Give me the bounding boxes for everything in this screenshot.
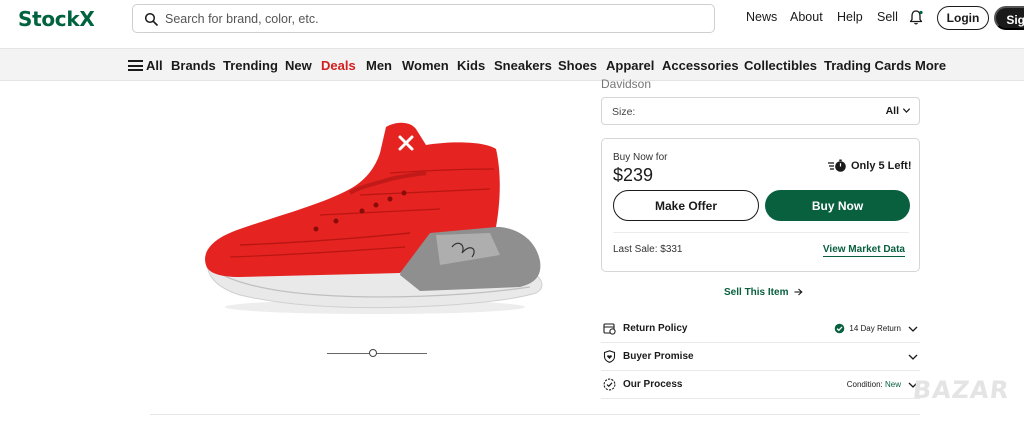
nav-link-news[interactable]: News — [746, 10, 777, 24]
nav-item-sneakers[interactable]: Sneakers — [494, 58, 552, 73]
sell-this-item-link[interactable]: Sell This Item — [724, 287, 803, 298]
size-label: Size: — [612, 106, 636, 118]
size-value: All — [885, 105, 899, 117]
nav-item-apparel[interactable]: Apparel — [606, 58, 654, 73]
chevron-down-icon — [908, 326, 918, 332]
buyer-promise-label: Buyer Promise — [623, 351, 694, 362]
nav-item-accessories[interactable]: Accessories — [662, 58, 739, 73]
arrow-right-icon — [794, 288, 803, 295]
buy-now-for-label: Buy Now for — [613, 152, 668, 163]
return-policy-meta: 14 Day Return — [849, 324, 901, 333]
nav-item-deals[interactable]: Deals — [321, 58, 356, 73]
condition-label: Condition: — [846, 380, 883, 389]
slider-track — [327, 353, 427, 354]
nav-item-men[interactable]: Men — [366, 58, 392, 73]
size-selector[interactable]: Size: All — [601, 97, 920, 125]
top-header: StockX News About Help Sell Login Sign U… — [0, 0, 1024, 49]
nav-item-more[interactable]: More — [915, 58, 946, 73]
buyer-promise-row[interactable]: Buyer Promise — [601, 343, 920, 371]
sell-this-item-label: Sell This Item — [724, 287, 789, 298]
nav-link-about[interactable]: About — [790, 10, 823, 24]
signup-button[interactable]: Sign Up — [994, 6, 1024, 30]
stopwatch-icon — [828, 159, 846, 172]
nav-item-kids[interactable]: Kids — [457, 58, 485, 73]
hamburger-menu-icon[interactable] — [128, 60, 143, 71]
buy-now-button[interactable]: Buy Now — [765, 190, 910, 221]
our-process-label: Our Process — [623, 379, 683, 390]
search-bar[interactable] — [132, 4, 715, 33]
last-sale: Last Sale: $331 — [613, 244, 683, 255]
nav-item-brands[interactable]: Brands — [171, 58, 216, 73]
return-policy-icon — [603, 323, 616, 335]
nav-item-all[interactable]: All — [146, 58, 163, 73]
condition-meta: Condition: New — [847, 380, 901, 389]
chevron-down-icon — [902, 108, 911, 114]
return-policy-label: Return Policy — [623, 323, 688, 334]
stock-text: Only 5 Left! — [851, 160, 912, 172]
image-slider[interactable] — [327, 349, 427, 357]
divider — [150, 414, 920, 415]
nav-item-new[interactable]: New — [285, 58, 312, 73]
notification-bell-icon[interactable] — [908, 9, 924, 26]
nav-item-trending[interactable]: Trending — [223, 58, 278, 73]
nav-item-women[interactable]: Women — [402, 58, 449, 73]
search-input[interactable] — [165, 9, 695, 29]
nav-item-trading-cards[interactable]: Trading Cards — [824, 58, 911, 73]
divider — [613, 232, 909, 233]
shield-heart-icon — [603, 350, 616, 363]
view-market-data-link[interactable]: View Market Data — [822, 244, 905, 257]
nav-item-shoes[interactable]: Shoes — [558, 58, 597, 73]
return-policy-row[interactable]: Return Policy 14 Day Return — [601, 315, 920, 343]
condition-value: New — [884, 380, 901, 389]
check-badge-icon — [603, 378, 616, 391]
nav-link-help[interactable]: Help — [837, 10, 863, 24]
stockx-logo[interactable]: StockX — [18, 7, 95, 31]
nav-item-collectibles[interactable]: Collectibles — [744, 58, 817, 73]
login-button[interactable]: Login — [937, 6, 989, 30]
check-circle-icon — [834, 323, 845, 334]
make-offer-button[interactable]: Make Offer — [613, 190, 759, 221]
chevron-down-icon — [908, 354, 918, 360]
nav-link-sell[interactable]: Sell — [877, 10, 898, 24]
product-title: Davidson — [601, 78, 652, 89]
slider-handle[interactable] — [369, 349, 377, 357]
price: $239 — [613, 165, 654, 185]
our-process-row[interactable]: Our Process Condition: New — [601, 371, 920, 399]
watermark: BAZAR — [911, 376, 1011, 404]
stock-indicator: Only 5 Left! — [828, 158, 916, 174]
category-nav: All Brands Trending New Deals Men Women … — [0, 49, 1024, 81]
buy-box: Buy Now for $239 Only 5 Left! Make Offer… — [601, 138, 920, 272]
product-image — [205, 122, 543, 314]
search-icon — [144, 12, 158, 26]
